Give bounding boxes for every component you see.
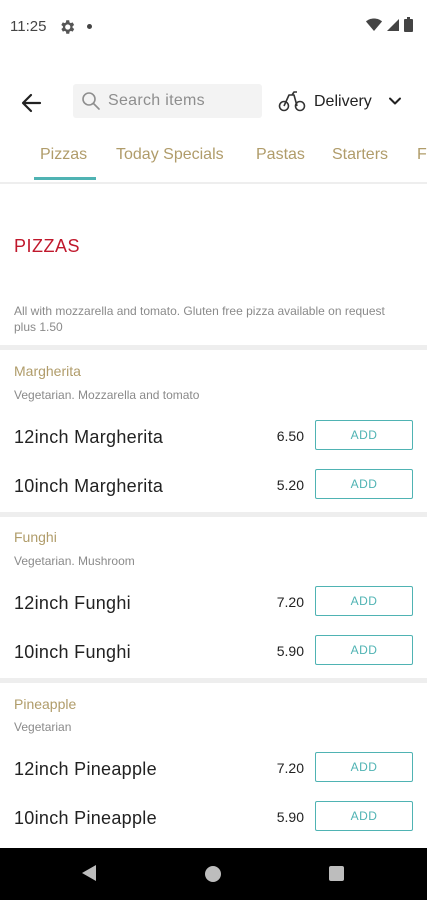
add-button[interactable]: ADD (315, 801, 413, 831)
wifi-icon (366, 18, 382, 31)
group-description: Vegetarian. Mozzarella and tomato (14, 388, 200, 402)
chevron-down-icon[interactable] (388, 94, 402, 108)
item-price: 5.90 (276, 643, 304, 659)
nav-home-icon[interactable] (205, 866, 221, 882)
tab-starters[interactable]: Starters (332, 146, 388, 164)
delivery-label[interactable]: Delivery (314, 93, 372, 111)
group-name: Funghi (14, 529, 57, 545)
tab-pastas[interactable]: Pastas (256, 146, 305, 164)
item-name: 10inch Funghi (14, 642, 131, 662)
status-bar: 11:25 (0, 0, 427, 56)
item-price: 5.90 (276, 809, 304, 825)
add-button[interactable]: ADD (315, 752, 413, 782)
scooter-icon (278, 91, 306, 112)
section-description: All with mozzarella and tomato. Gluten f… (14, 304, 385, 334)
tab-pizzas[interactable]: Pizzas (40, 146, 87, 164)
add-button[interactable]: ADD (315, 420, 413, 450)
item-name: 12inch Funghi (14, 593, 131, 613)
group-description: Vegetarian. Mushroom (14, 554, 135, 568)
item-name: 12inch Pineapple (14, 759, 157, 779)
divider (0, 678, 427, 683)
tab-f[interactable]: F (417, 146, 427, 164)
item-name: 10inch Pineapple (14, 808, 157, 828)
category-tabs: Pizzas Today Specials Pastas Starters F (0, 134, 427, 184)
add-button[interactable]: ADD (315, 586, 413, 616)
delivery-selector[interactable]: Delivery (278, 84, 408, 118)
active-tab-indicator (34, 177, 96, 180)
divider (0, 512, 427, 517)
notification-dot-icon (87, 24, 92, 29)
add-button[interactable]: ADD (315, 635, 413, 665)
battery-icon (404, 17, 413, 32)
group-description: Vegetarian (14, 720, 72, 734)
arrow-left-icon[interactable] (16, 86, 50, 120)
divider (0, 345, 427, 350)
search-icon (82, 92, 100, 110)
signal-icon (387, 18, 399, 31)
settings-gear-icon (61, 20, 75, 34)
top-bar: Search items Delivery (0, 80, 427, 124)
search-input[interactable]: Search items (73, 84, 262, 118)
item-price: 7.20 (276, 760, 304, 776)
tab-today-specials[interactable]: Today Specials (116, 146, 224, 164)
status-icons (366, 17, 413, 32)
search-placeholder[interactable]: Search items (108, 92, 205, 110)
item-name: 10inch Margherita (14, 476, 164, 496)
group-name: Margherita (14, 363, 81, 379)
item-name: 12inch Margherita (14, 427, 164, 447)
status-time: 11:25 (10, 18, 47, 35)
item-price: 6.50 (276, 428, 304, 444)
section-title: PIZZAS (14, 236, 81, 256)
add-button[interactable]: ADD (315, 469, 413, 499)
item-price: 5.20 (276, 477, 304, 493)
nav-recents-icon[interactable] (329, 866, 344, 881)
group-name: Pineapple (14, 696, 77, 712)
item-price: 7.20 (276, 594, 304, 610)
system-nav-bar (0, 848, 427, 900)
nav-back-icon[interactable] (81, 864, 97, 882)
